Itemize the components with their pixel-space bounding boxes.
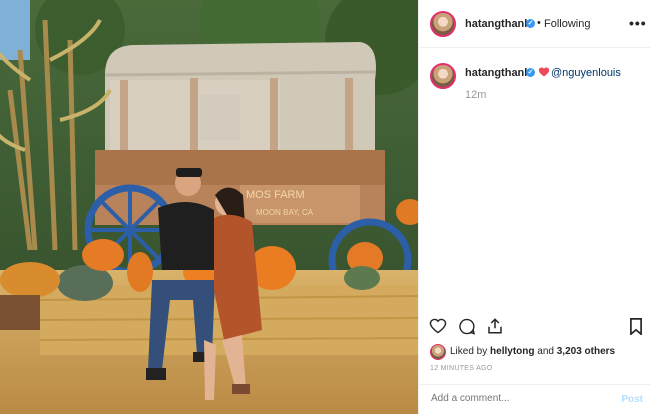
comment-icon[interactable] — [458, 318, 476, 335]
caption-time: 12m — [465, 89, 487, 101]
more-options-icon[interactable]: ••• — [629, 15, 647, 31]
post-photo[interactable]: MOS FARM MOON BAY, CA — [0, 0, 418, 414]
liked-by-and: and — [537, 346, 554, 357]
heart-emoji-icon — [538, 67, 550, 77]
caption-verified-icon: ✓ — [526, 68, 535, 77]
caption-username[interactable]: hatangthanh — [465, 67, 531, 79]
liked-by-prefix: Liked by — [450, 346, 488, 357]
share-icon[interactable] — [486, 317, 504, 335]
following-button[interactable]: Following — [544, 18, 590, 30]
liker-avatar[interactable] — [430, 344, 446, 360]
liked-by-user[interactable]: hellytong — [490, 346, 534, 357]
comment-bar: Post — [419, 384, 650, 414]
like-icon[interactable] — [429, 318, 447, 334]
save-bookmark-icon[interactable] — [629, 318, 643, 335]
caption-avatar[interactable] — [430, 63, 456, 89]
post-timestamp: 12 MINUTES AGO — [430, 365, 493, 372]
post-comment-button[interactable]: Post — [621, 394, 643, 405]
avatar[interactable] — [430, 11, 456, 37]
post-image: MOS FARM MOON BAY, CA — [0, 0, 418, 414]
sign-text-2: MOON BAY, CA — [256, 208, 314, 217]
likes-summary: Liked by hellytong and 3,203 others — [450, 346, 615, 357]
sign-text-1: MOS FARM — [246, 189, 305, 201]
likes-count[interactable]: 3,203 others — [557, 346, 615, 357]
post-panel: hatangthanh ✓ • Following ••• hatangthan… — [418, 0, 650, 414]
comment-input[interactable] — [431, 393, 611, 404]
mention-link[interactable]: @nguyenlouis — [551, 67, 621, 79]
separator: • — [537, 17, 541, 29]
header-username[interactable]: hatangthanh — [465, 18, 531, 30]
verified-icon: ✓ — [526, 19, 535, 28]
post-header: hatangthanh ✓ • Following ••• — [419, 0, 650, 48]
